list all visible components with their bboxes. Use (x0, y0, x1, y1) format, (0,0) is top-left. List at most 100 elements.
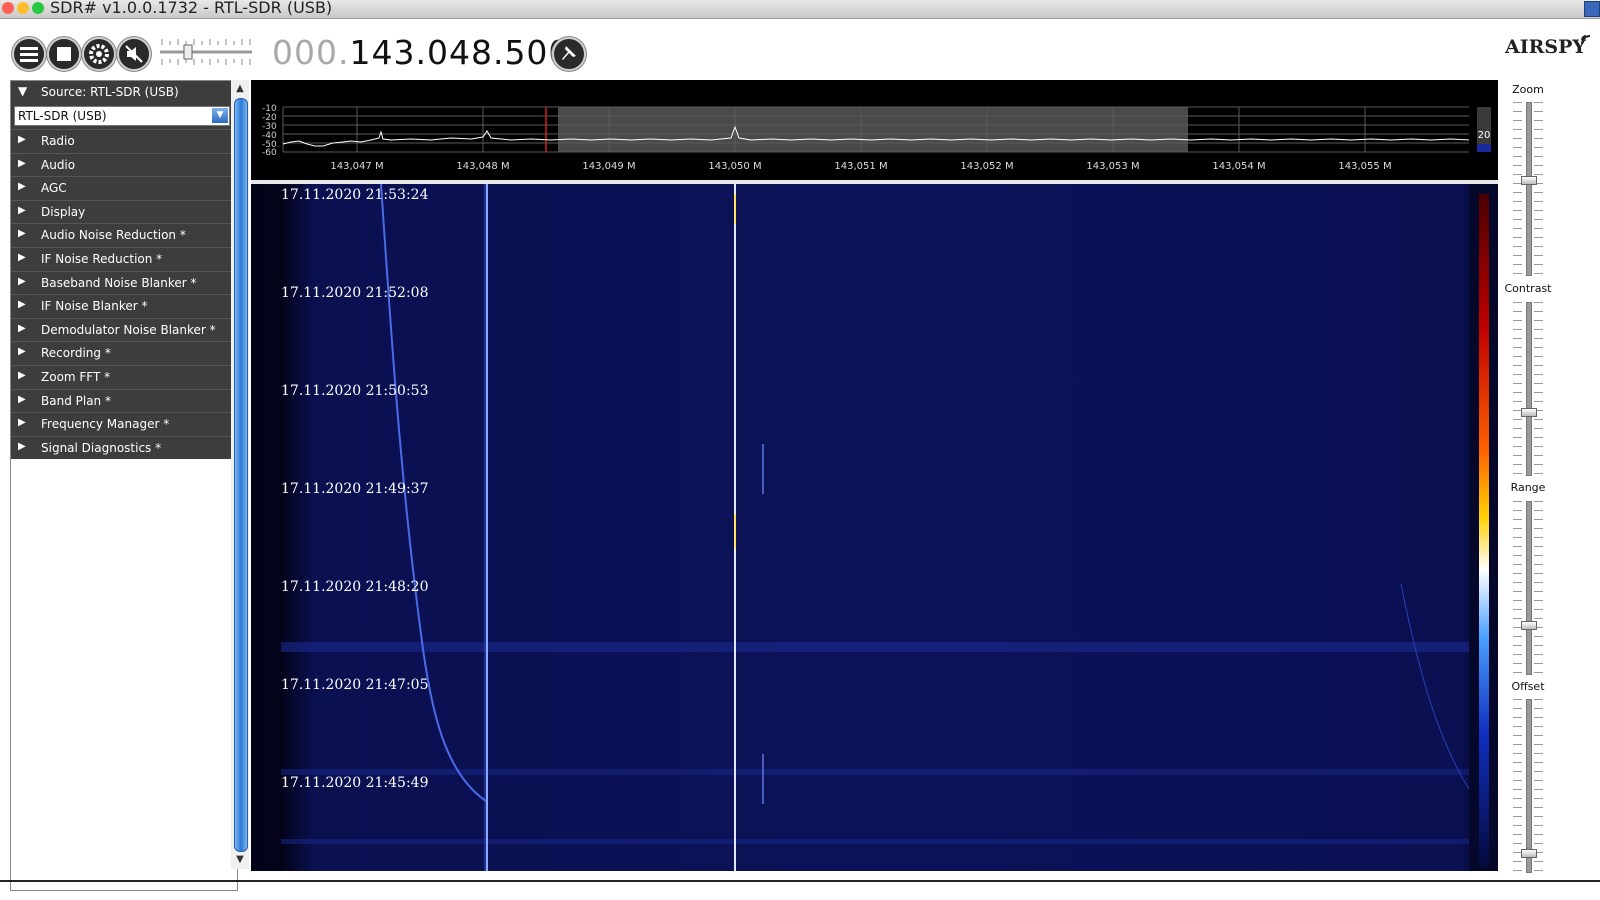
waterfall-timestamp: 17.11.2020 21:50:53 (281, 383, 429, 399)
scroll-down-icon[interactable]: ▼ (233, 853, 247, 867)
freq-tick-label: 143,052 M (960, 161, 1013, 172)
contrast-slider[interactable] (1513, 302, 1543, 476)
spectrum-analyzer[interactable]: -10 -20 -30 -40 -50 -60 143,047 M 143,04… (251, 80, 1498, 180)
waterfall-canvas (251, 184, 1498, 871)
freq-tick-label: 143,053 M (1086, 161, 1139, 172)
stop-icon (57, 47, 71, 61)
bandwidth-filter-region[interactable] (558, 107, 1188, 152)
freq-tick-label: 143,055 M (1338, 161, 1391, 172)
pin-button[interactable] (552, 37, 586, 71)
gain-value: 20 (1478, 130, 1491, 141)
plugin-label: Audio (41, 157, 76, 172)
airspy-logo: AIRSPY (1505, 35, 1591, 58)
contrast-slider-thumb[interactable] (1521, 408, 1537, 417)
freq-tick-label: 143,047 M (330, 161, 383, 172)
waterfall-timestamp: 17.11.2020 21:52:08 (281, 285, 429, 301)
waterfall-timestamp: 17.11.2020 21:53:24 (281, 187, 429, 203)
color-scale-bar (1479, 194, 1489, 866)
expand-arrow-icon: ▶ (18, 204, 26, 216)
plugin-item-recording[interactable]: ▶ Recording * (11, 341, 235, 365)
plugin-item-baseband-noise-blanker[interactable]: ▶ Baseband Noise Blanker * (11, 270, 235, 295)
plugin-item-zoom-fft[interactable]: ▶ Zoom FFT * (11, 364, 235, 389)
source-header-label: Source: RTL-SDR (USB) (41, 85, 179, 99)
signal-waves-icon (1581, 35, 1591, 45)
expand-arrow-icon: ▶ (18, 346, 26, 358)
zoom-slider[interactable] (1513, 102, 1543, 276)
settings-button[interactable] (82, 37, 116, 71)
frequency-leading-digits[interactable]: 000. (272, 33, 349, 72)
plugin-list: ▶ Radio ▶ Audio ▶ AGC ▶ Display ▶ Audio Noise… (11, 129, 235, 460)
bottom-border (0, 880, 1600, 882)
expand-arrow-icon: ▶ (18, 228, 26, 240)
plugin-item-frequency-manager[interactable]: ▶ Frequency Manager * (11, 412, 235, 436)
zoom-label: Zoom (1512, 83, 1544, 96)
expand-arrow-icon: ▶ (18, 440, 26, 452)
plugin-label: AGC (41, 181, 67, 196)
expand-arrow-icon: ▶ (18, 417, 26, 429)
gain-meter-fill (1477, 144, 1491, 152)
plugin-item-signal-diagnostics[interactable]: ▶ Signal Diagnostics * (11, 435, 235, 460)
source-section-header[interactable]: ▼ Source: RTL-SDR (USB) (11, 81, 235, 103)
offset-slider-thumb[interactable] (1521, 849, 1537, 858)
plugin-panel: ▼ Source: RTL-SDR (USB) RTL-SDR (USB) ▼ … (10, 80, 238, 891)
expand-arrow-icon: ▶ (18, 299, 26, 311)
mute-button[interactable] (117, 37, 151, 71)
minimize-window-button[interactable] (17, 2, 29, 14)
pin-icon (562, 46, 576, 60)
plugin-item-agc[interactable]: ▶ AGC (11, 176, 235, 200)
source-row: RTL-SDR (USB) ▼ (11, 103, 235, 129)
plugin-label: Audio Noise Reduction * (41, 228, 186, 243)
toolbar: 000.143.048.500 AIRSPY (0, 19, 1600, 79)
source-select[interactable]: RTL-SDR (USB) ▼ (14, 106, 230, 126)
expand-arrow-icon: ▶ (18, 322, 26, 334)
plugin-label: IF Noise Blanker * (41, 299, 148, 314)
scrollbar-thumb[interactable] (234, 98, 248, 852)
plugin-label: Recording * (41, 346, 111, 361)
plugin-item-display[interactable]: ▶ Display (11, 199, 235, 224)
waterfall-display[interactable]: 17.11.2020 21:53:24 17.11.2020 21:52:08 … (251, 184, 1498, 871)
range-slider[interactable] (1513, 501, 1543, 675)
plugin-item-if-noise-reduction[interactable]: ▶ IF Noise Reduction * (11, 246, 235, 271)
freq-tick-label: 143,048 M (456, 161, 509, 172)
panel-scrollbar[interactable]: ▲ ▼ (231, 80, 249, 869)
menu-icon (20, 47, 38, 62)
contrast-label: Contrast (1504, 282, 1552, 295)
display-controls: Zoom Contrast Range Offset (1500, 80, 1600, 890)
waterfall-timestamp: 17.11.2020 21:47:05 (281, 677, 429, 693)
db-label: -60 (262, 148, 277, 158)
plugin-item-audio-noise-reduction[interactable]: ▶ Audio Noise Reduction * (11, 223, 235, 247)
plugin-item-band-plan[interactable]: ▶ Band Plan * (11, 388, 235, 413)
freq-tick-label: 143,050 M (708, 161, 761, 172)
offset-slider[interactable] (1513, 699, 1543, 873)
freq-tick-label: 143,054 M (1212, 161, 1265, 172)
frequency-display[interactable]: 000.143.048.500 (272, 33, 570, 72)
plugin-label: Zoom FFT * (41, 369, 111, 384)
plugin-item-radio[interactable]: ▶ Radio (11, 129, 235, 153)
plugin-item-audio[interactable]: ▶ Audio (11, 152, 235, 177)
app-corner-icon (1584, 1, 1600, 17)
menu-button[interactable] (12, 37, 46, 71)
offset-label: Offset (1511, 680, 1545, 693)
gear-icon (89, 44, 109, 64)
chevron-down-icon[interactable]: ▼ (212, 108, 228, 123)
expand-arrow-icon: ▶ (18, 369, 26, 381)
window-title: SDR# v1.0.0.1732 - RTL-SDR (USB) (50, 0, 333, 17)
collapse-arrow-icon: ▼ (18, 84, 28, 98)
plugin-label: Display (41, 204, 86, 219)
zoom-slider-thumb[interactable] (1521, 176, 1537, 185)
logo-text: AIRSPY (1505, 36, 1586, 58)
waterfall-timestamp: 17.11.2020 21:45:49 (281, 775, 429, 791)
freq-tick-label: 143,051 M (834, 161, 887, 172)
range-slider-thumb[interactable] (1521, 621, 1537, 630)
waterfall-timestamp: 17.11.2020 21:48:20 (281, 579, 429, 595)
scroll-up-icon[interactable]: ▲ (233, 82, 247, 96)
stop-button[interactable] (47, 37, 81, 71)
range-label: Range (1510, 481, 1546, 494)
frequency-digits[interactable]: 143.048.500 (349, 33, 570, 72)
expand-arrow-icon: ▶ (18, 275, 26, 287)
zoom-window-button[interactable] (32, 2, 44, 14)
volume-slider[interactable] (158, 35, 254, 69)
plugin-item-if-noise-blanker[interactable]: ▶ IF Noise Blanker * (11, 294, 235, 318)
plugin-item-demodulator-noise-blanker[interactable]: ▶ Demodulator Noise Blanker * (11, 317, 235, 342)
close-window-button[interactable] (2, 2, 14, 14)
